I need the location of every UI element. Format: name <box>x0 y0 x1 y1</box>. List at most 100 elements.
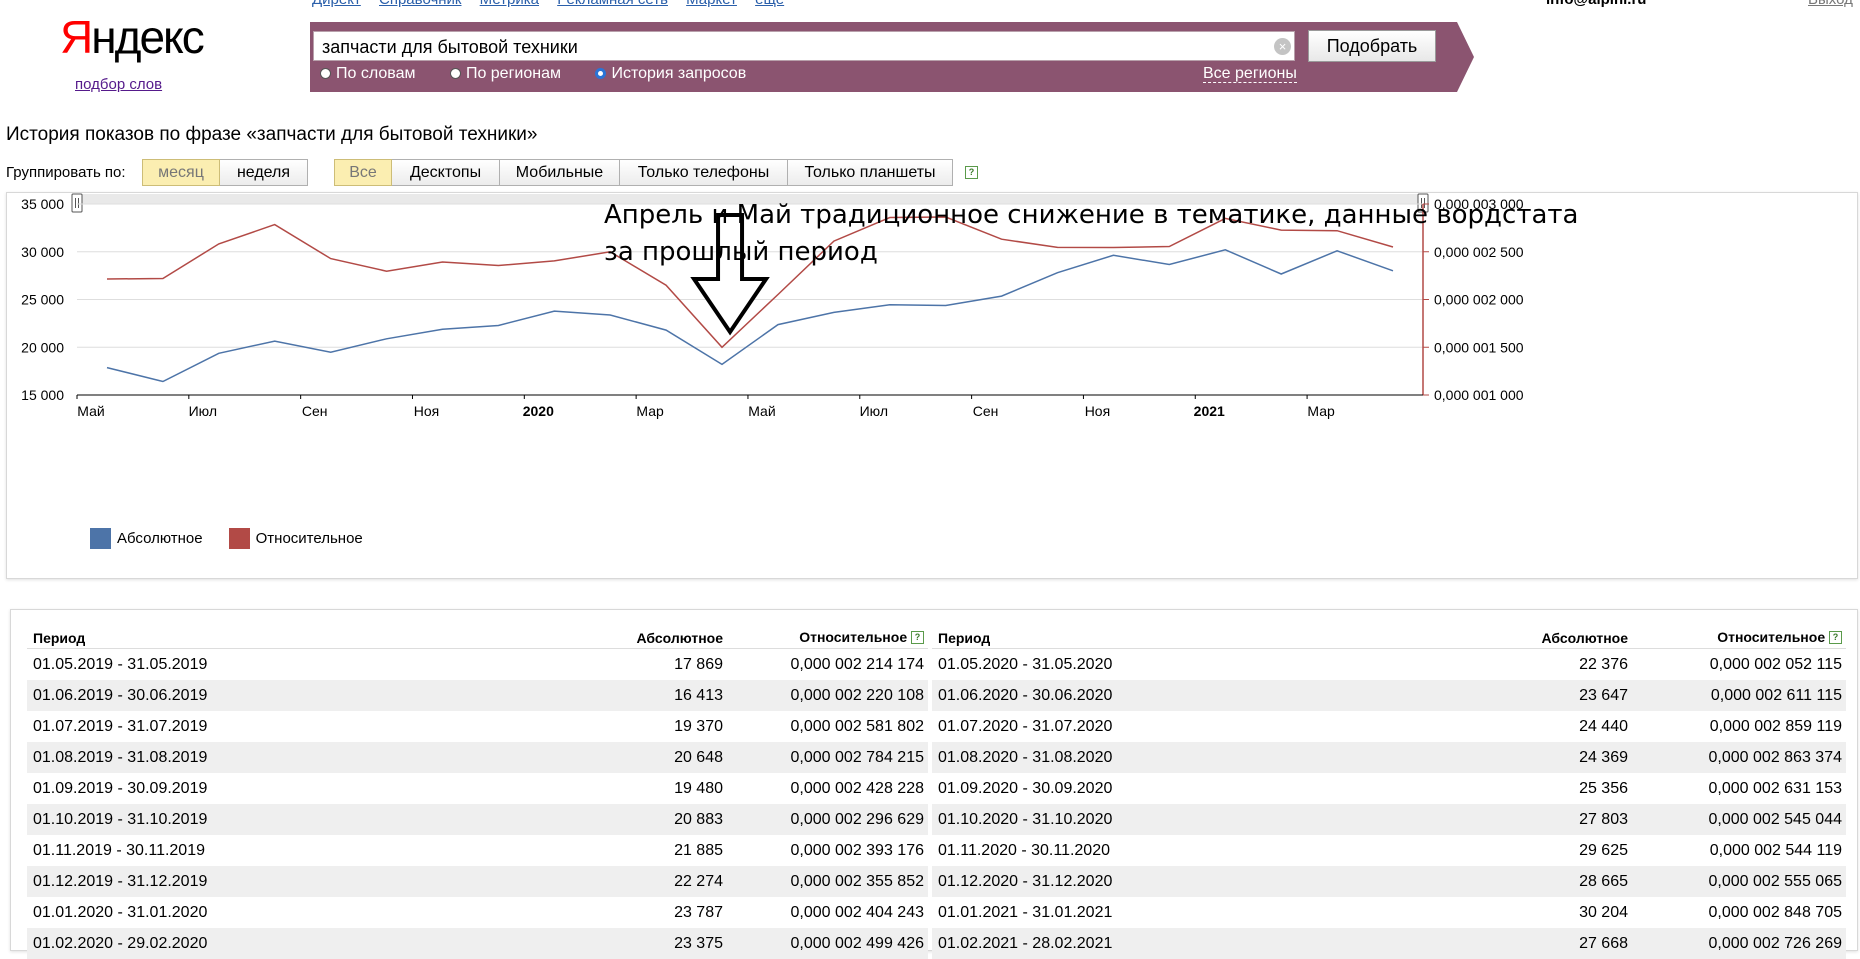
cell-relative: 0,000 002 428 228 <box>790 779 924 797</box>
cell-relative: 0,000 002 631 153 <box>1708 779 1842 797</box>
cell-absolute: 19 480 <box>674 779 723 797</box>
device-phones-button[interactable]: Только телефоны <box>620 159 788 186</box>
x-tick-label: Май <box>77 403 104 419</box>
cell-absolute: 23 787 <box>674 903 723 921</box>
help-icon[interactable]: ? <box>911 631 924 644</box>
nav-link-ad-network[interactable]: Рекламная сеть <box>557 0 668 8</box>
cell-absolute: 27 803 <box>1492 804 1632 835</box>
radio-label: По словам <box>336 65 416 82</box>
x-tick-label: Мар <box>1307 403 1335 419</box>
cell-relative: 0,000 002 555 065 <box>1632 866 1846 897</box>
chart-legend: Абсолютное Относительное <box>90 528 389 549</box>
table-row: 01.01.2021 - 31.01.2021 30 204 0,000 002 8… <box>932 897 1846 928</box>
search-band-arrow <box>1457 22 1474 92</box>
y-left-tick-label: 20 000 <box>21 339 64 355</box>
radio-by-regions[interactable]: По регионам <box>449 65 561 83</box>
cell-period: 01.10.2020 - 31.10.2020 <box>932 804 1492 835</box>
cell-relative: 0,000 002 581 802 <box>790 717 924 735</box>
cell-relative: 0,000 002 863 374 <box>1632 742 1846 773</box>
clear-icon[interactable]: × <box>1274 38 1291 55</box>
group-month-button[interactable]: месяц <box>142 159 220 186</box>
x-tick-label: 2021 <box>1194 403 1225 419</box>
cell-absolute: 23 647 <box>1492 680 1632 711</box>
cell-absolute: 17 869 <box>674 655 723 673</box>
nav-link-direct[interactable]: Директ <box>312 0 361 8</box>
device-mobile-button[interactable]: Мобильные <box>500 159 620 186</box>
col-header-relative: Относительное ? <box>727 610 928 649</box>
cell-relative: 0,000 002 355 852 <box>727 866 928 897</box>
logout-link[interactable]: Выход <box>1808 0 1853 8</box>
search-input[interactable]: запчасти для бытовой техники <box>313 31 1295 61</box>
x-tick-label: Сен <box>973 403 999 419</box>
help-icon[interactable]: ? <box>965 166 978 179</box>
cell-absolute: 20 883 <box>587 804 727 835</box>
cell-relative: 0,000 002 404 243 <box>790 903 924 921</box>
col-header-relative-label: Относительное <box>1717 629 1826 645</box>
cell-absolute: 24 369 <box>1492 742 1632 773</box>
cell-period: 01.01.2020 - 31.01.2020 <box>33 903 208 921</box>
table-row: 01.05.2019 - 31.05.2019 17 869 0,000 002 2… <box>27 649 928 681</box>
cell-period: 01.11.2020 - 30.11.2020 <box>938 841 1110 859</box>
user-login[interactable]: info@alpini.ru <box>1546 0 1646 8</box>
cell-period: 01.12.2019 - 31.12.2019 <box>27 866 587 897</box>
cell-relative: 0,000 002 052 115 <box>1709 655 1842 673</box>
col-header-absolute: Абсолютное <box>587 610 727 649</box>
pick-button[interactable]: Подобрать <box>1308 30 1436 62</box>
service-link[interactable]: подбор слов <box>75 76 162 93</box>
group-week-button[interactable]: неделя <box>220 159 308 186</box>
cell-absolute: 28 665 <box>1492 866 1632 897</box>
all-regions-link[interactable]: Все регионы <box>1203 65 1297 83</box>
cell-period: 01.10.2019 - 31.10.2019 <box>27 804 587 835</box>
table-row: 01.11.2019 - 30.11.2019 21 885 0,000 002 3… <box>27 835 928 866</box>
nav-link-metrika[interactable]: Метрика <box>480 0 539 8</box>
legend-label: Относительное <box>255 530 363 547</box>
cell-relative: 0,000 002 393 176 <box>790 841 924 859</box>
radio-by-words[interactable]: По словам <box>320 65 415 83</box>
y-left-tick-label: 15 000 <box>21 387 64 403</box>
cell-relative: 0,000 002 859 119 <box>1709 717 1842 735</box>
device-desktop-button[interactable]: Десктопы <box>392 159 500 186</box>
table-row: 01.01.2020 - 31.01.2020 23 787 0,000 002 4… <box>27 897 928 928</box>
col-header-relative-label: Относительное <box>799 629 908 645</box>
table-row: 01.10.2019 - 31.10.2019 20 883 0,000 002 2… <box>27 804 928 835</box>
cell-period: 01.11.2019 - 30.11.2019 <box>33 841 205 859</box>
legend-item-relative[interactable]: Относительное <box>228 528 363 549</box>
cell-period: 01.09.2019 - 30.09.2019 <box>33 779 208 797</box>
nav-link-more[interactable]: ещё <box>755 0 784 8</box>
device-all-button[interactable]: Все <box>334 159 392 186</box>
cell-period: 01.02.2020 - 29.02.2020 <box>27 928 587 959</box>
cell-relative: 0,000 002 784 215 <box>727 742 928 773</box>
cell-period: 01.08.2020 - 31.08.2020 <box>932 742 1492 773</box>
radio-history[interactable]: История запросов <box>595 65 746 83</box>
y-right-tick-label: 0,000 002 000 <box>1434 292 1524 308</box>
nav-link-market[interactable]: Маркет <box>686 0 737 8</box>
top-nav: Директ Справочник Метрика Рекламная сеть… <box>312 0 798 8</box>
table-row: 01.09.2019 - 30.09.2019 19 480 0,000 002 4… <box>27 773 928 804</box>
cell-period: 01.01.2021 - 31.01.2021 <box>938 903 1113 921</box>
help-icon[interactable]: ? <box>1829 631 1842 644</box>
cell-period: 01.06.2020 - 30.06.2020 <box>932 680 1492 711</box>
table-row: 01.06.2019 - 30.06.2019 16 413 0,000 002 2… <box>27 680 928 711</box>
nav-link-help[interactable]: Справочник <box>379 0 462 8</box>
group-by-buttons: месяц неделя <box>142 159 308 186</box>
cell-absolute: 16 413 <box>587 680 727 711</box>
col-header-period: Период <box>27 610 587 649</box>
y-right-tick-label: 0,000 001 500 <box>1434 339 1524 355</box>
device-tablets-button[interactable]: Только планшеты <box>788 159 953 186</box>
chart-annotation: Апрель и Май традиционное снижение в тем… <box>604 200 1579 267</box>
yandex-logo[interactable]: Яндекс <box>60 14 205 60</box>
x-tick-label: Ноя <box>414 403 439 419</box>
x-tick-label: Мар <box>636 403 664 419</box>
group-by-label: Группировать по: <box>6 164 126 181</box>
cell-relative: 0,000 002 499 426 <box>727 928 928 959</box>
cell-absolute: 23 375 <box>587 928 727 959</box>
y-left-tick-label: 35 000 <box>21 196 64 212</box>
radio-icon <box>320 68 331 79</box>
cell-absolute: 24 440 <box>1579 717 1628 735</box>
history-table-panel: Период Абсолютное Относительное ? 01.05.… <box>10 609 1858 959</box>
table-row: 01.08.2020 - 31.08.2020 24 369 0,000 002 8… <box>932 742 1846 773</box>
y-left-tick-label: 25 000 <box>21 292 64 308</box>
legend-item-absolute[interactable]: Абсолютное <box>90 528 203 549</box>
table-row: 01.06.2020 - 30.06.2020 23 647 0,000 002 6… <box>932 680 1846 711</box>
cell-absolute: 22 274 <box>587 866 727 897</box>
